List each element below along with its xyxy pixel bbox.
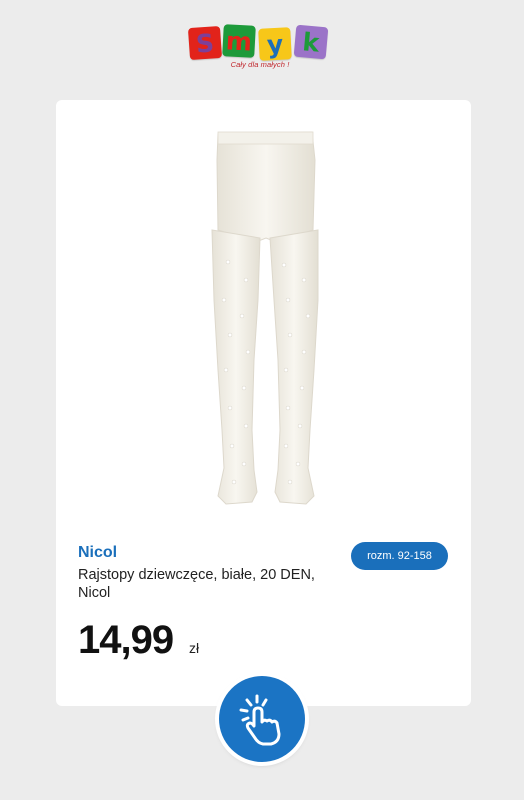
product-card[interactable]: Nicol rozm. 92-158 Rajstopy dziewczęce, … bbox=[56, 100, 471, 706]
tights-image bbox=[211, 131, 319, 505]
logo-tagline: Cały dla małych ! bbox=[230, 60, 290, 69]
brand-logo: S m y k Cały dla małych ! bbox=[187, 22, 331, 76]
price-currency: zł bbox=[189, 640, 200, 656]
tap-hand-icon bbox=[239, 694, 281, 746]
product-price: 14,99 bbox=[78, 618, 174, 662]
size-badge: rozm. 92-158 bbox=[351, 542, 448, 570]
tap-button[interactable] bbox=[219, 676, 305, 762]
logo-letter: m bbox=[225, 25, 253, 57]
logo-tile-k: k bbox=[293, 24, 329, 60]
logo-tile-y: y bbox=[258, 27, 292, 61]
product-brand: Nicol bbox=[78, 544, 118, 561]
logo-letter: S bbox=[194, 27, 215, 59]
product-title: Rajstopy dziewczęce, białe, 20 DEN, Nico… bbox=[78, 567, 315, 601]
logo-letter: k bbox=[301, 26, 321, 58]
logo-tile-s: S bbox=[187, 25, 223, 61]
logo-letter: y bbox=[266, 29, 284, 59]
logo-tile-m: m bbox=[222, 24, 256, 58]
